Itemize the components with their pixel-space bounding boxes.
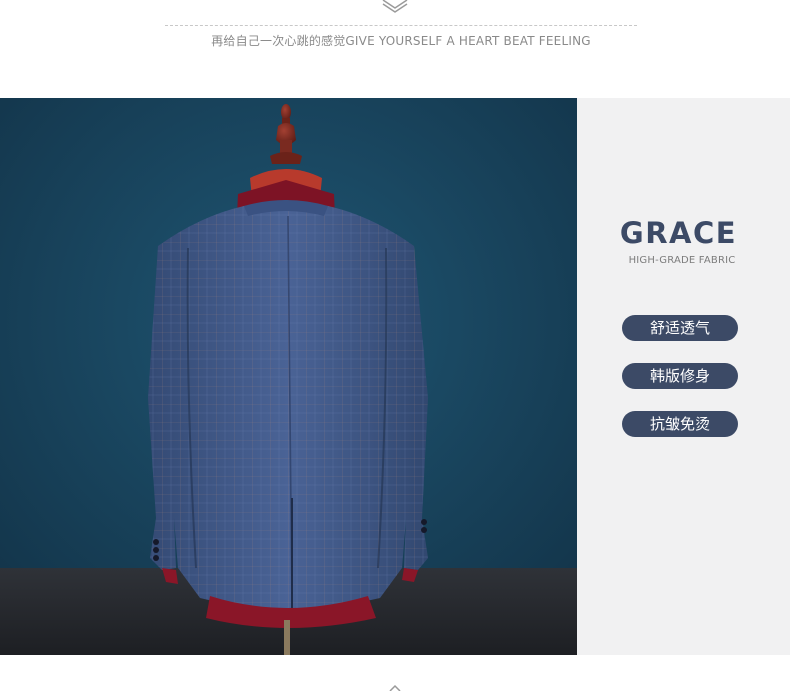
product-photo — [0, 98, 577, 655]
feature-panel: GRACE HIGH-GRADE FABRIC 舒适透气 韩版修身 抗皱免烫 — [577, 98, 790, 655]
header-divider — [165, 25, 637, 26]
suit-jacket-image — [0, 98, 577, 655]
chevron-down-icon — [382, 0, 408, 13]
feature-tag-breathable: 舒适透气 — [622, 315, 738, 341]
feature-tag-slim-fit: 韩版修身 — [622, 363, 738, 389]
feature-tag-wrinkle-free: 抗皱免烫 — [622, 411, 738, 437]
header-tagline: 再给自己一次心跳的感觉GIVE YOURSELF A HEART BEAT FE… — [211, 34, 591, 48]
chevron-up-icon — [389, 684, 401, 691]
feature-title: GRACE — [619, 216, 738, 250]
feature-subtitle: HIGH-GRADE FABRIC — [628, 255, 736, 266]
